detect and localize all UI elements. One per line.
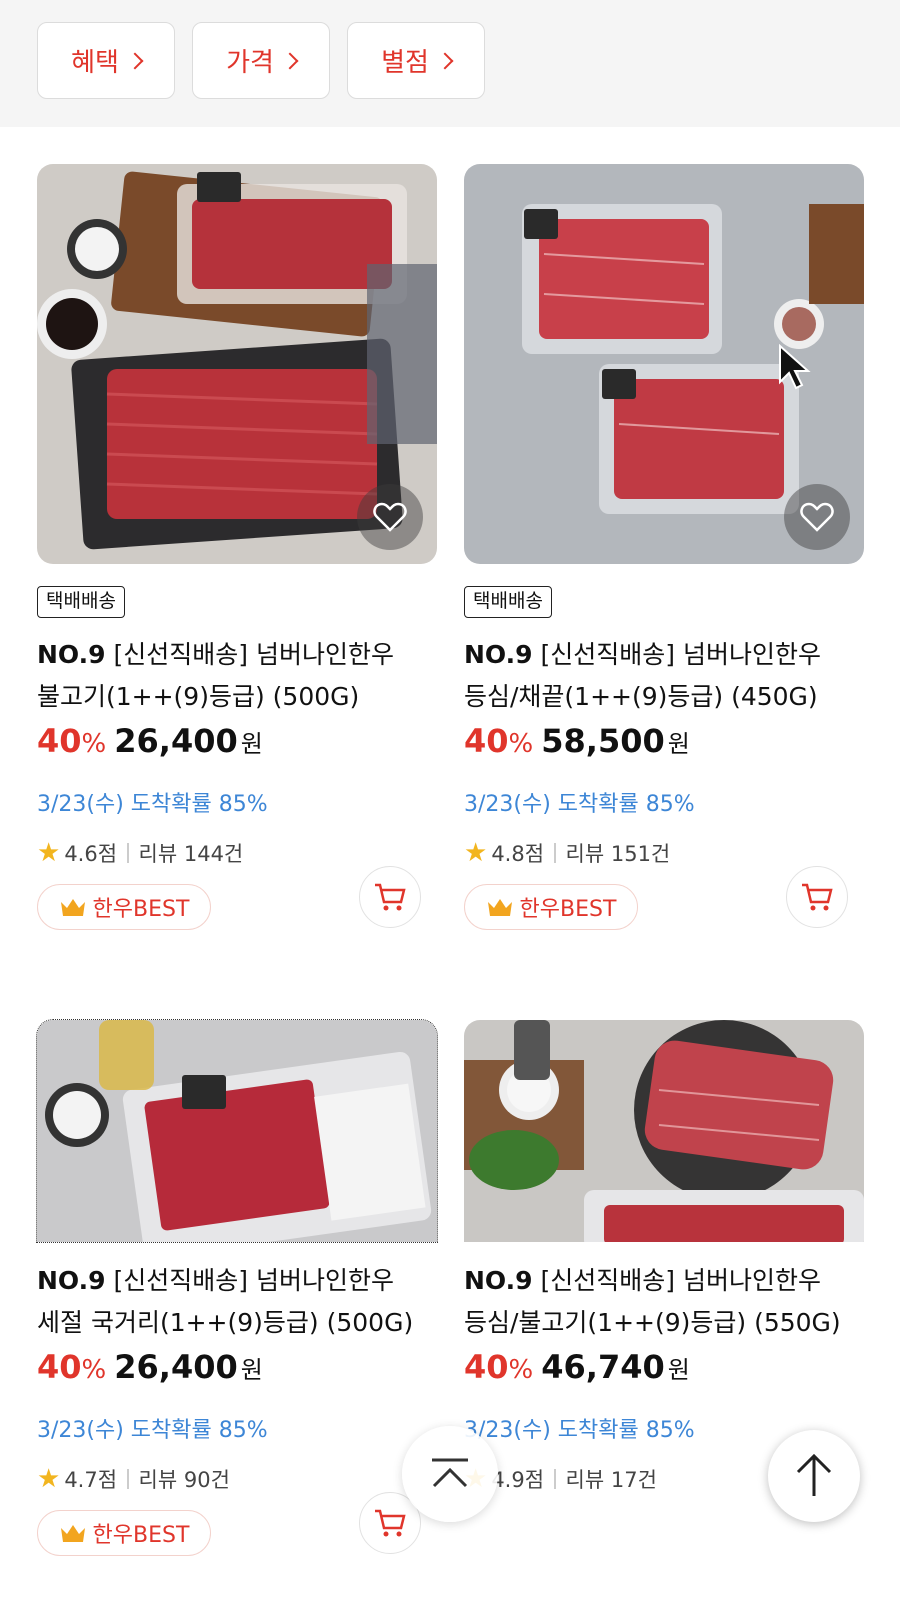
divider (554, 843, 556, 863)
crown-icon (487, 899, 512, 916)
price: 58,500 (541, 722, 665, 760)
divider (127, 1469, 129, 1489)
discount-rate: 40% (464, 1348, 534, 1386)
product-title-line1: [신선직배송] 넘버나인한우 (113, 1266, 394, 1295)
product-title-line2: 등심/채끝(1++(9)등급) (450G) (464, 682, 818, 711)
review-count: 리뷰 144건 (138, 842, 244, 866)
shipping-badge: 택배배송 (464, 586, 552, 618)
rating-row: ★ 4.7점 리뷰 90건 (37, 1464, 230, 1494)
review-count: 리뷰 151건 (565, 842, 671, 866)
crown-icon (60, 899, 85, 916)
product-title-line2: 등심/불고기(1++(9)등급) (550G) (464, 1308, 841, 1337)
best-badge[interactable]: 한우BEST (37, 1510, 211, 1556)
filter-benefit-button[interactable]: 혜택 (37, 22, 175, 99)
brand-name: NO.9 (464, 1266, 533, 1295)
divider (554, 1469, 556, 1489)
price-row: 40% 58,500 원 (464, 722, 690, 766)
product-title-line1: [신선직배송] 넘버나인한우 (540, 1266, 821, 1295)
product-title[interactable]: NO.9 [신선직배송] 넘버나인한우 등심/채끝(1++(9)등급) (450… (464, 634, 864, 718)
product-title-line2: 불고기(1++(9)등급) (500G) (37, 682, 360, 711)
filter-label: 가격 (226, 48, 274, 78)
filter-label: 혜택 (71, 48, 119, 78)
arrival-estimate: 3/23(수) 도착확률 85% (464, 1418, 695, 1443)
currency-unit: 원 (667, 730, 690, 758)
filter-rating-button[interactable]: 별점 (347, 22, 485, 99)
brand-name: NO.9 (37, 1266, 106, 1295)
scroll-to-top-button[interactable] (402, 1426, 498, 1522)
arrival-estimate: 3/23(수) 도착확률 85% (464, 792, 695, 817)
product-title-line1: [신선직배송] 넘버나인한우 (113, 640, 394, 669)
rating-row: ★ 4.8점 리뷰 151건 (464, 838, 670, 868)
arrow-up-icon (796, 1453, 832, 1496)
arrival-estimate: 3/23(수) 도착확률 85% (37, 1418, 268, 1443)
product-card[interactable]: 택배배송 NO.9 [신선직배송] 넘버나인한우 등심/채끝(1++(9)등급)… (464, 164, 864, 944)
brand-name: NO.9 (37, 640, 106, 669)
review-count: 리뷰 90건 (138, 1468, 230, 1492)
price: 26,400 (114, 722, 238, 760)
divider (127, 843, 129, 863)
discount-rate: 40% (464, 722, 534, 760)
cart-icon (375, 883, 406, 911)
wishlist-button[interactable] (784, 484, 850, 550)
product-image[interactable] (37, 164, 437, 564)
add-to-cart-button[interactable] (359, 866, 421, 928)
product-title[interactable]: NO.9 [신선직배송] 넘버나인한우 불고기(1++(9)등급) (500G) (37, 634, 437, 718)
product-card[interactable]: NO.9 [신선직배송] 넘버나인한우 세절 국거리(1++(9)등급) (50… (36, 1019, 438, 1605)
filter-price-button[interactable]: 가격 (192, 22, 330, 99)
best-badge-label: 한우BEST (92, 897, 190, 922)
currency-unit: 원 (240, 730, 263, 758)
brand-name: NO.9 (464, 640, 533, 669)
shipping-badge: 택배배송 (37, 586, 125, 618)
price: 26,400 (114, 1348, 238, 1386)
price-row: 40% 46,740 원 (464, 1348, 690, 1392)
filter-bar: 혜택 가격 별점 (0, 0, 900, 127)
mouse-cursor-icon (779, 344, 811, 390)
best-badge-label: 한우BEST (92, 1523, 190, 1548)
product-image[interactable] (464, 1020, 864, 1242)
product-title[interactable]: NO.9 [신선직배송] 넘버나인한우 등심/불고기(1++(9)등급) (55… (464, 1260, 864, 1344)
rating-row: ★ 4.6점 리뷰 144건 (37, 838, 243, 868)
rating-score: 4.7점 (64, 1468, 118, 1492)
add-to-cart-button[interactable] (786, 866, 848, 928)
product-card[interactable]: 택배배송 NO.9 [신선직배송] 넘버나인한우 불고기(1++(9)등급) (… (37, 164, 437, 944)
star-icon: ★ (37, 838, 61, 868)
price: 46,740 (541, 1348, 665, 1386)
product-title-line2: 세절 국거리(1++(9)등급) (500G) (37, 1308, 414, 1337)
crown-icon (60, 1525, 85, 1542)
discount-rate: 40% (37, 722, 107, 760)
product-title[interactable]: NO.9 [신선직배송] 넘버나인한우 세절 국거리(1++(9)등급) (50… (37, 1260, 437, 1344)
heart-icon (373, 502, 407, 532)
currency-unit: 원 (240, 1356, 263, 1384)
product-image[interactable] (464, 164, 864, 564)
chevron-right-icon (436, 52, 454, 69)
currency-unit: 원 (667, 1356, 690, 1384)
chevron-right-icon (281, 52, 299, 69)
best-badge-label: 한우BEST (519, 897, 617, 922)
wishlist-button[interactable] (357, 484, 423, 550)
rating-score: 4.9점 (491, 1468, 545, 1492)
price-row: 40% 26,400 원 (37, 722, 263, 766)
star-icon: ★ (464, 838, 488, 868)
go-up-button[interactable] (768, 1430, 860, 1522)
arrival-estimate: 3/23(수) 도착확률 85% (37, 792, 268, 817)
product-image[interactable] (36, 1019, 438, 1243)
rating-score: 4.8점 (491, 842, 545, 866)
chevron-right-icon (126, 52, 144, 69)
star-icon: ★ (37, 1464, 61, 1494)
product-title-line1: [신선직배송] 넘버나인한우 (540, 640, 821, 669)
double-up-icon (432, 1458, 468, 1488)
heart-icon (800, 502, 834, 532)
cart-icon (802, 883, 833, 911)
review-count: 리뷰 17건 (565, 1468, 657, 1492)
cart-icon (375, 1509, 406, 1537)
best-badge[interactable]: 한우BEST (464, 884, 638, 930)
best-badge[interactable]: 한우BEST (37, 884, 211, 930)
discount-rate: 40% (37, 1348, 107, 1386)
filter-label: 별점 (381, 48, 429, 78)
price-row: 40% 26,400 원 (37, 1348, 263, 1392)
rating-score: 4.6점 (64, 842, 118, 866)
